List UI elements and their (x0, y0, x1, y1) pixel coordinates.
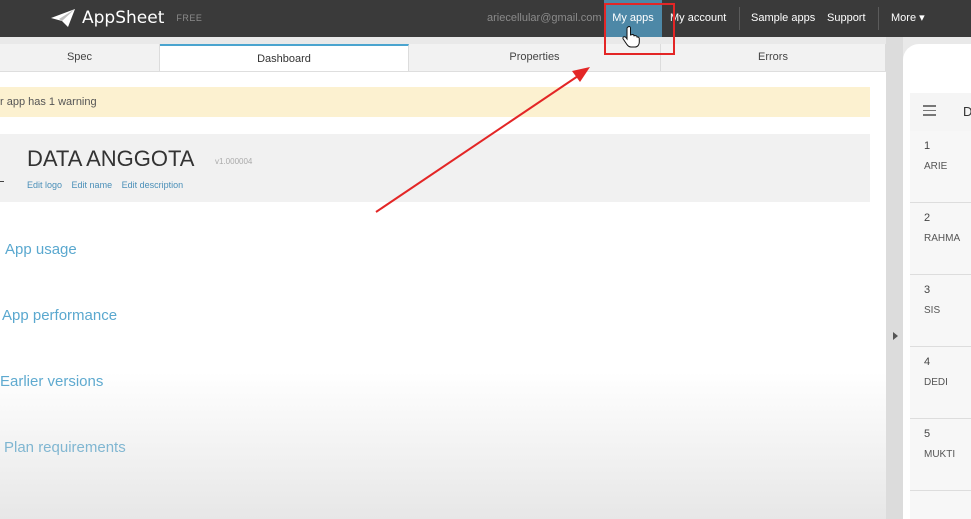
hand-cursor-icon (622, 26, 640, 48)
annotation-arrow (375, 67, 590, 213)
